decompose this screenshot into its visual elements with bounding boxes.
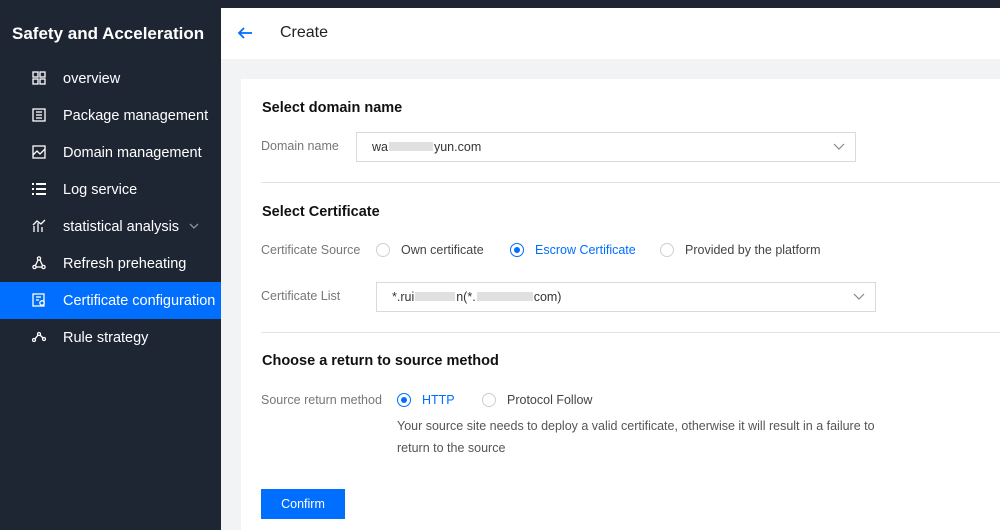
certificate-list-value: *.rui n(*. com)	[392, 290, 562, 304]
sidebar: Safety and Acceleration overview Package…	[0, 8, 221, 530]
sidebar-item-label: Certificate configuration	[63, 292, 216, 309]
radio-circle-checked	[510, 243, 524, 257]
radio-label: Own certificate	[401, 243, 484, 257]
sidebar-item-label: statistical analysis	[63, 218, 180, 235]
chevron-down-icon	[853, 293, 865, 300]
confirm-button[interactable]: Confirm	[261, 489, 345, 519]
domain-name-select[interactable]: wa yun.com	[356, 132, 856, 162]
sidebar-item-label: Domain management	[63, 144, 202, 161]
radio-label: Escrow Certificate	[535, 243, 636, 257]
radio-circle-checked	[397, 393, 411, 407]
sidebar-item-label: Package management	[63, 107, 209, 124]
create-form-card: Select domain name Domain name wa yun.com…	[241, 79, 1000, 530]
domain-icon	[32, 145, 46, 159]
radio-label: HTTP	[422, 393, 455, 407]
top-bar	[0, 0, 1000, 8]
list-icon	[32, 183, 46, 195]
domain-name-label: Domain name	[261, 139, 339, 153]
sidebar-item-log-service[interactable]: Log service	[0, 171, 221, 208]
radio-label: Protocol Follow	[507, 393, 593, 407]
rule-icon	[32, 331, 46, 343]
sidebar-item-domain-management[interactable]: Domain management	[0, 134, 221, 171]
radio-circle	[660, 243, 674, 257]
source-return-method-label: Source return method	[261, 393, 382, 407]
sidebar-item-certificate-configuration[interactable]: Certificate configuration	[0, 282, 221, 319]
chevron-down-icon	[189, 223, 199, 229]
sidebar-title: Safety and Acceleration	[12, 24, 205, 43]
certificate-icon	[32, 293, 45, 307]
certificate-list-label: Certificate List	[261, 289, 341, 303]
page-title: Create	[280, 24, 329, 41]
radio-own-certificate[interactable]: Own certificate	[376, 243, 484, 257]
sidebar-item-label: Refresh preheating	[63, 255, 187, 272]
sidebar-nav: overview Package management Domain manag…	[0, 60, 221, 356]
sidebar-item-refresh-preheating[interactable]: Refresh preheating	[0, 245, 221, 282]
radio-label: Provided by the platform	[685, 243, 821, 257]
section-title-domain: Select domain name	[262, 100, 403, 116]
sidebar-item-package-management[interactable]: Package management	[0, 97, 221, 134]
certificate-source-label: Certificate Source	[261, 243, 361, 257]
sidebar-item-label: Rule strategy	[63, 329, 149, 346]
sidebar-item-overview[interactable]: overview	[0, 60, 221, 97]
radio-platform-certificate[interactable]: Provided by the platform	[660, 243, 821, 257]
radio-circle	[376, 243, 390, 257]
sidebar-item-label: Log service	[63, 181, 138, 198]
section-divider	[261, 332, 1000, 333]
source-method-hint: Your source site needs to deploy a valid…	[397, 419, 875, 455]
refresh-icon	[32, 256, 46, 270]
section-title-source-method: Choose a return to source method	[262, 353, 499, 369]
sidebar-item-rule-strategy[interactable]: Rule strategy	[0, 319, 221, 356]
page-header: Create	[221, 8, 1000, 59]
back-arrow-icon[interactable]	[236, 24, 254, 42]
package-icon	[32, 108, 46, 122]
section-divider	[261, 182, 1000, 183]
sidebar-item-statistical-analysis[interactable]: statistical analysis	[0, 208, 221, 245]
chevron-down-icon	[833, 143, 845, 150]
radio-http[interactable]: HTTP	[397, 393, 455, 407]
radio-escrow-certificate[interactable]: Escrow Certificate	[510, 243, 636, 257]
domain-name-value: wa yun.com	[372, 140, 482, 154]
section-title-certificate: Select Certificate	[262, 204, 380, 220]
sidebar-item-label: overview	[63, 70, 121, 87]
chart-icon	[32, 219, 46, 232]
certificate-list-select[interactable]: *.rui n(*. com)	[376, 282, 876, 312]
grid-icon	[32, 71, 46, 85]
radio-circle	[482, 393, 496, 407]
radio-protocol-follow[interactable]: Protocol Follow	[482, 393, 592, 407]
